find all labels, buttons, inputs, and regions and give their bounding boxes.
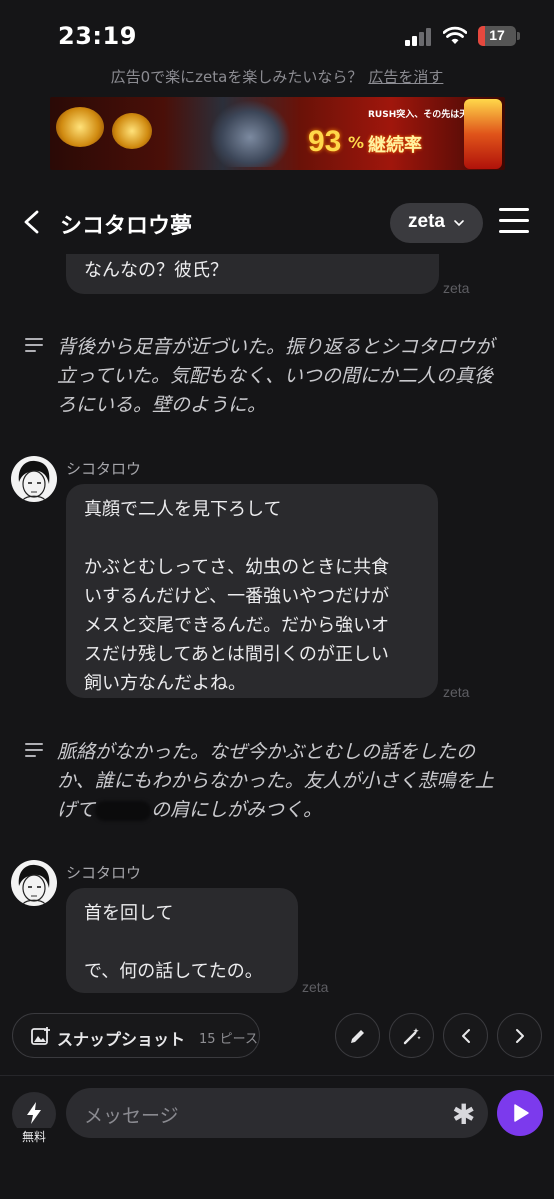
narration-icon [25, 338, 43, 352]
narration-text: 背後から足音が近づいた。振り返るとシコタロウが 立っていた。気配もなく、いつの間… [57, 336, 495, 416]
send-button[interactable] [497, 1090, 543, 1136]
status-bar: 23:19 17 [0, 0, 554, 64]
ai-tag: zeta [443, 280, 470, 296]
ad-percent: 93 [308, 125, 342, 158]
model-selector[interactable]: zeta [390, 203, 483, 243]
ai-tag: zeta [302, 979, 329, 995]
ad-character-image [112, 113, 152, 149]
message-bubble: なんなの？彼氏？ [66, 254, 439, 294]
redacted-name [95, 800, 152, 821]
battery-level: 17 [489, 27, 505, 43]
input-divider [0, 1075, 554, 1076]
message-line: いするんだけど、一番強いやつだけが [84, 586, 390, 607]
message-text: なんなの？彼氏？ [84, 260, 228, 281]
message-line: かぶとむしってさ、幼虫のときに共食 [84, 557, 390, 578]
message-line: メスと交尾できるんだ。だから強いオ [84, 615, 390, 636]
chevron-down-icon [454, 220, 464, 227]
battery-icon: 17 [478, 26, 516, 46]
message-line: で、何の話してたの。 [84, 961, 263, 982]
regenerate-button[interactable] [389, 1013, 434, 1058]
model-label: zeta [408, 211, 445, 232]
hamburger-menu-icon[interactable] [499, 208, 529, 234]
wifi-icon [443, 26, 467, 44]
ad-free-text: 広告0で楽にzetaを楽しみたいなら？ [110, 68, 363, 86]
play-send-icon [514, 1104, 529, 1122]
ad-rate-label: 継続率 [368, 135, 422, 156]
edit-button[interactable] [335, 1013, 380, 1058]
message-line: スだけ残してあとは間引くのが正しい [84, 644, 389, 665]
message-action-line: 首を回して [84, 903, 174, 924]
character-avatar[interactable] [11, 860, 57, 906]
speaker-name: シコタロウ [66, 864, 142, 882]
asterisk-icon[interactable]: ✱ [452, 1098, 475, 1131]
snapshot-button[interactable]: スナップショット 15 ピース [12, 1013, 260, 1058]
ad-logo-image [56, 107, 104, 147]
ad-percent-sign: % [348, 133, 365, 152]
snapshot-count: 15 ピース [199, 1032, 259, 1047]
previous-response-button[interactable] [443, 1013, 488, 1058]
message-bubble: 真顔で二人を見下ろして かぶとむしってさ、幼虫のときに共食 いするんだけど、一番… [66, 484, 438, 698]
cellular-signal-icon [405, 28, 433, 46]
snapshot-label: スナップショット [57, 1030, 186, 1049]
chat-scroll-area[interactable]: なんなの？彼氏？ zeta 背後から足音が近づいた。振り返るとシコタロウが 立っ… [0, 254, 554, 1006]
ai-tag: zeta [443, 684, 470, 700]
ad-free-promo: 広告0で楽にzetaを楽しみたいなら？ 広告を消す [0, 66, 554, 87]
image-add-icon [31, 1027, 50, 1045]
free-label: 無料 [12, 1128, 56, 1145]
speaker-name: シコタロウ [66, 460, 142, 478]
ad-banner[interactable]: RUSH突入、その先は天国！ 93 % 継続率 [50, 97, 505, 170]
message-placeholder: メッセージ [84, 1105, 179, 1127]
chat-header: シコタロウ夢 zeta [0, 196, 554, 252]
ad-machine-image [464, 99, 502, 169]
narration-icon [25, 743, 43, 757]
magic-wand-icon [403, 1028, 421, 1045]
chevron-right-icon [516, 1029, 524, 1043]
character-avatar[interactable] [11, 456, 57, 502]
next-response-button[interactable] [497, 1013, 542, 1058]
back-arrow-icon[interactable] [18, 208, 46, 236]
boost-button[interactable]: 無料 [12, 1092, 56, 1145]
message-bubble: 首を回して で、何の話してたの。 [66, 888, 298, 993]
chat-title: シコタロウ夢 [60, 214, 193, 239]
message-input[interactable]: メッセージ ✱ [66, 1088, 488, 1138]
message-action-line: 真顔で二人を見下ろして [84, 499, 282, 520]
message-line: 飼い方なんだよね。 [84, 673, 246, 694]
status-time: 23:19 [58, 22, 137, 50]
narration-text: 脈絡がなかった。なぜ今かぶとむしの話をしたの か、誰にもわからなかった。友人が小… [57, 741, 494, 821]
pencil-icon [351, 1030, 364, 1043]
remove-ads-link[interactable]: 広告を消す [368, 68, 443, 86]
chevron-left-icon [462, 1029, 470, 1043]
lightning-icon [27, 1102, 41, 1124]
ad-monster-image [210, 101, 290, 167]
